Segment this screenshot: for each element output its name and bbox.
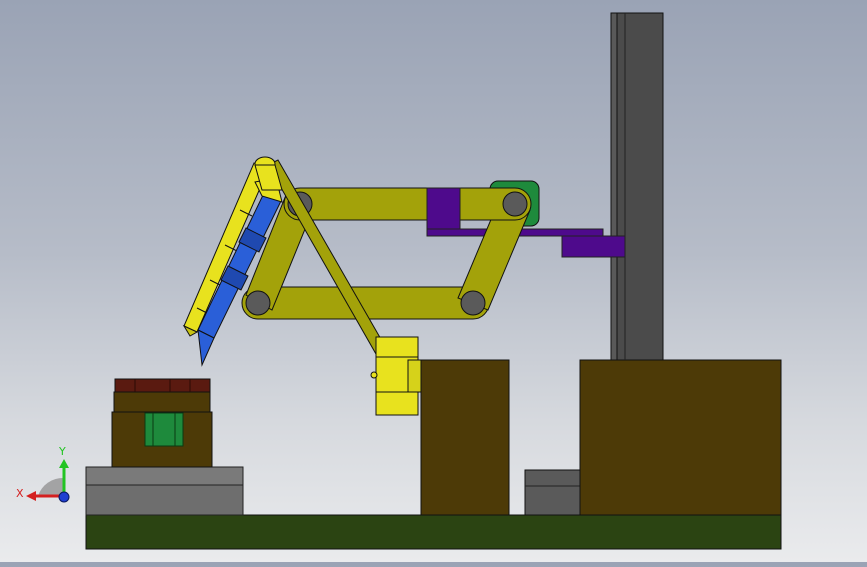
small-gray-box: [524, 469, 581, 516]
pivot-joint-lower-right: [460, 290, 486, 316]
purple-slider-block: [426, 187, 461, 230]
right-base-block: [579, 359, 782, 516]
workpiece-red: [114, 378, 211, 393]
upper-arm-link: [283, 187, 532, 221]
y-axis-label: Y: [58, 445, 66, 458]
assembly-model-canvas[interactable]: X Y: [0, 0, 867, 562]
cad-viewport[interactable]: X Y: [0, 0, 867, 562]
vertical-column: [610, 12, 664, 361]
fixture-olive-cap: [113, 391, 211, 413]
x-axis-label: X: [16, 487, 24, 500]
axis-triad: X Y: [16, 445, 70, 503]
pivot-joint-upper-right: [502, 191, 528, 217]
pivot-joint-lower-left: [245, 290, 271, 316]
fixture-green-insert: [144, 412, 184, 447]
middle-support-block: [420, 359, 510, 516]
fixture-gray-top-strip: [85, 466, 244, 486]
bright-yellow-cylinder: [370, 336, 422, 416]
ground-base-plate: [85, 514, 782, 550]
purple-bracket-block: [561, 235, 626, 258]
z-axis-dot: [58, 491, 70, 503]
